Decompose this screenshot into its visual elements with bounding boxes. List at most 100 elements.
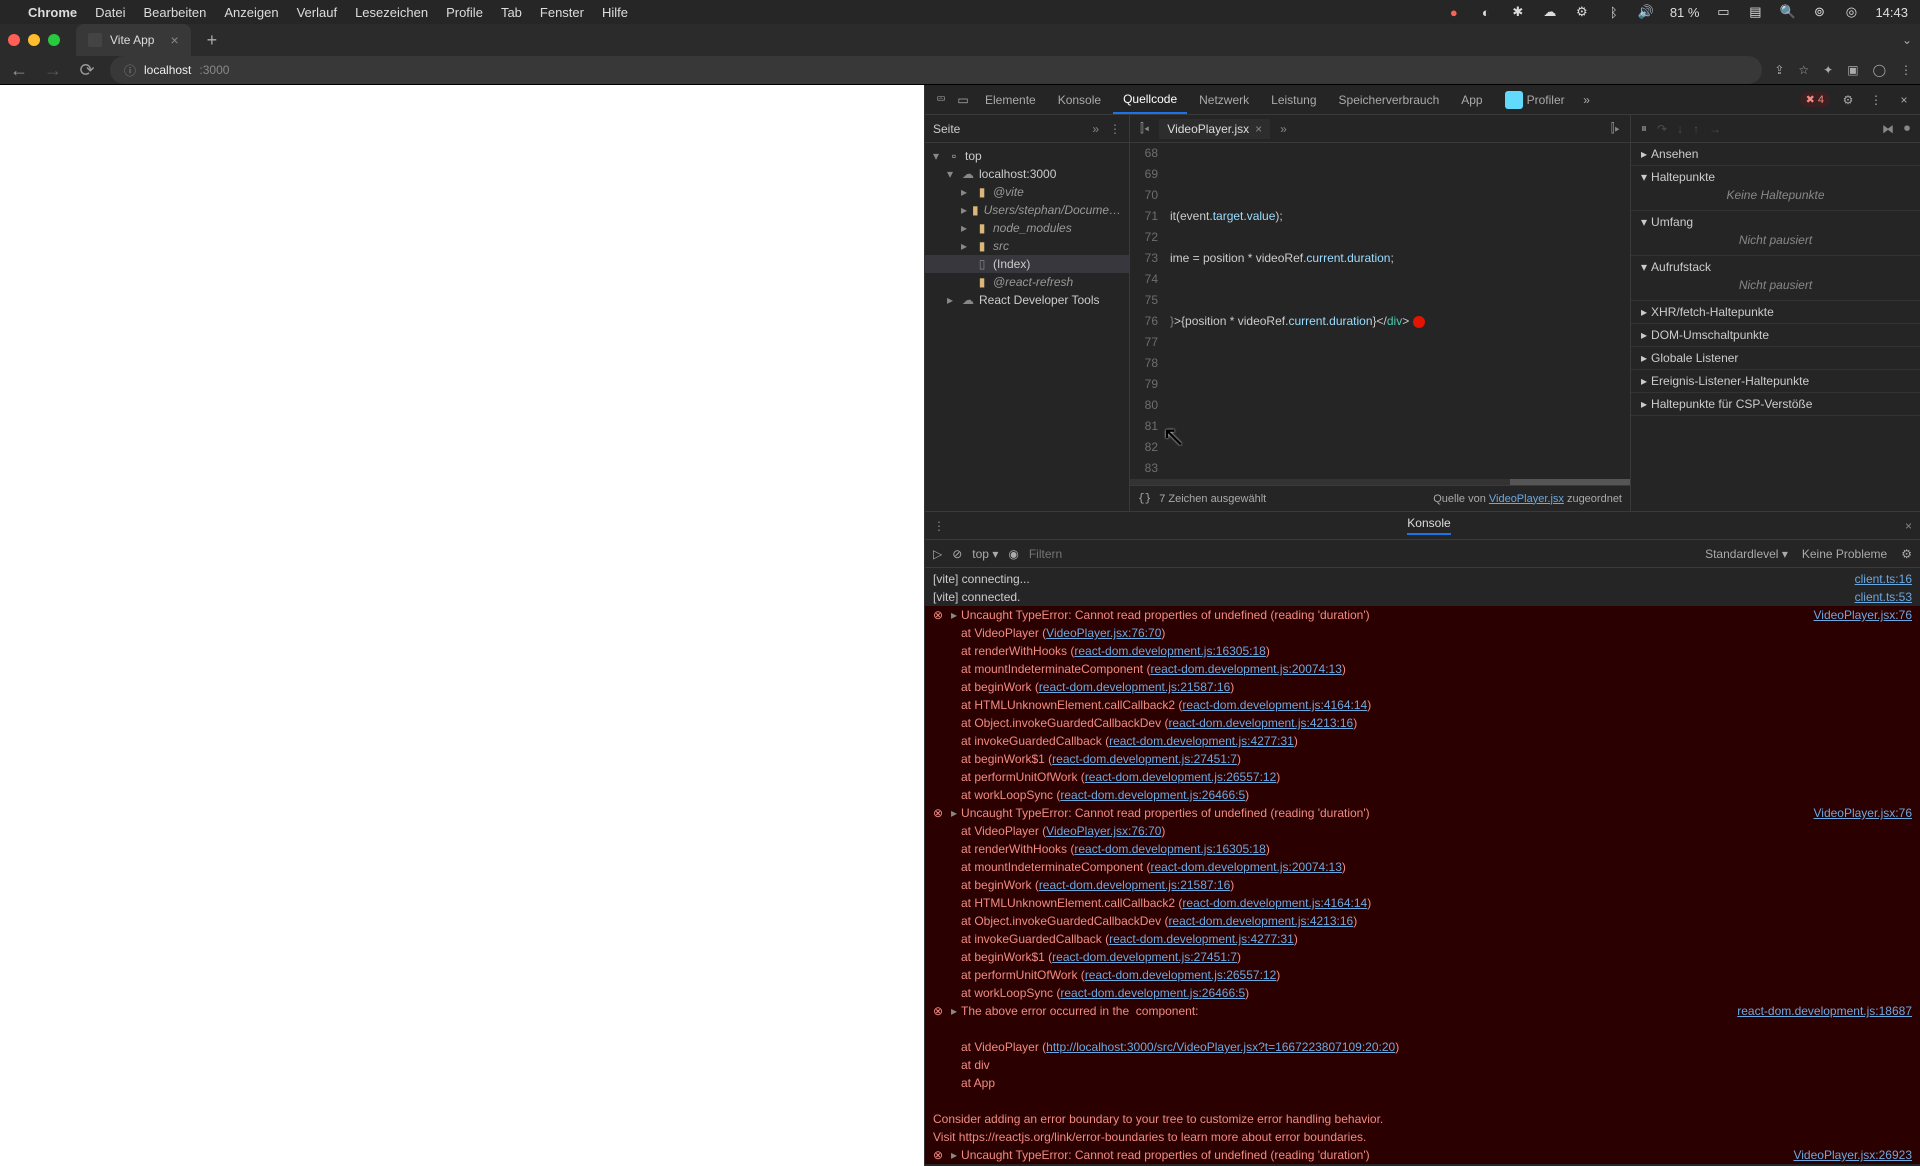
- status-icon[interactable]: ●: [1446, 5, 1462, 20]
- console-output[interactable]: [vite] connecting...client.ts:16[vite] c…: [925, 568, 1920, 1166]
- watch-section[interactable]: ▸Ansehen: [1641, 147, 1910, 161]
- forward-button[interactable]: →: [42, 60, 64, 81]
- status-icon[interactable]: ✱: [1510, 4, 1526, 20]
- reload-button[interactable]: ⟳: [76, 60, 98, 81]
- tree-index[interactable]: ▯(Index): [925, 255, 1129, 273]
- console-settings-icon[interactable]: ⚙: [1901, 547, 1912, 561]
- deactivate-breakpoints-icon[interactable]: ⧓: [1882, 122, 1894, 136]
- tree-react-refresh[interactable]: ▮@react-refresh: [925, 273, 1129, 291]
- address-bar[interactable]: ⓘ localhost:3000: [110, 56, 1762, 84]
- tree-top[interactable]: ▾▫top: [925, 147, 1129, 165]
- tab-profiler[interactable]: Profiler: [1495, 85, 1575, 114]
- sourcemap-link[interactable]: VideoPlayer.jsx: [1489, 493, 1564, 505]
- menu-help[interactable]: Hilfe: [602, 5, 628, 20]
- tree-vite[interactable]: ▸▮@vite: [925, 183, 1129, 201]
- inspect-icon[interactable]: ⮹: [931, 92, 951, 107]
- code-lines[interactable]: it(event.target.value); ime = position *…: [1166, 143, 1630, 479]
- sidepanel-icon[interactable]: ▣: [1847, 63, 1858, 77]
- menu-bookmarks[interactable]: Lesezeichen: [355, 5, 428, 20]
- close-tab-icon[interactable]: ×: [170, 32, 178, 48]
- tab-console[interactable]: Konsole: [1048, 85, 1111, 114]
- csp-section[interactable]: ▸Haltepunkte für CSP-Verstöße: [1641, 397, 1910, 411]
- pause-exceptions-icon[interactable]: ⏺: [1904, 121, 1910, 136]
- volume-icon[interactable]: 🔊: [1638, 4, 1654, 20]
- clear-console-icon[interactable]: ⊘: [952, 547, 962, 561]
- tree-users[interactable]: ▸▮Users/stephan/Docume…: [925, 201, 1129, 219]
- traffic-lights[interactable]: [8, 34, 60, 46]
- code-view[interactable]: 68697071727374757677787980818283 it(even…: [1130, 143, 1630, 479]
- close-drawer-icon[interactable]: ×: [1905, 519, 1912, 533]
- more-tabs-icon[interactable]: »: [1577, 93, 1597, 107]
- devtools-menu-icon[interactable]: ⋮: [1866, 93, 1886, 107]
- log-level-selector[interactable]: Standardlevel ▾: [1705, 547, 1788, 561]
- browser-tab[interactable]: Vite App ×: [76, 24, 191, 56]
- tab-elements[interactable]: Elemente: [975, 85, 1046, 114]
- status-icon[interactable]: ◐: [1478, 5, 1494, 20]
- tab-performance[interactable]: Leistung: [1261, 85, 1326, 114]
- tree-src[interactable]: ▸▮src: [925, 237, 1129, 255]
- event-section[interactable]: ▸Ereignis-Listener-Haltepunkte: [1641, 374, 1910, 388]
- more-files-icon[interactable]: »: [1274, 122, 1293, 136]
- live-expression-icon[interactable]: ◉: [1008, 547, 1018, 561]
- menu-profiles[interactable]: Profile: [446, 5, 483, 20]
- site-info-icon[interactable]: ⓘ: [124, 62, 136, 79]
- step-out-icon[interactable]: ↑: [1693, 122, 1699, 136]
- tab-memory[interactable]: Speicherverbrauch: [1329, 85, 1450, 114]
- tree-node-modules[interactable]: ▸▮node_modules: [925, 219, 1129, 237]
- editor-tab[interactable]: VideoPlayer.jsx×: [1159, 119, 1270, 139]
- pretty-print-icon[interactable]: {}: [1138, 493, 1151, 505]
- chrome-menu-icon[interactable]: ⋮: [1900, 63, 1912, 77]
- new-tab-button[interactable]: +: [199, 26, 226, 55]
- editor-menu-icon[interactable]: ⫿▸: [1605, 121, 1626, 136]
- menu-file[interactable]: Datei: [95, 5, 125, 20]
- close-devtools-icon[interactable]: ×: [1894, 93, 1914, 107]
- back-button[interactable]: ←: [8, 60, 30, 81]
- tree-host[interactable]: ▾☁localhost:3000: [925, 165, 1129, 183]
- status-icon[interactable]: ⚙: [1574, 4, 1590, 20]
- device-toggle-icon[interactable]: ▭: [953, 93, 973, 107]
- tab-sources[interactable]: Quellcode: [1113, 85, 1187, 114]
- global-section[interactable]: ▸Globale Listener: [1641, 351, 1910, 365]
- menu-tab[interactable]: Tab: [501, 5, 522, 20]
- bookmark-icon[interactable]: ☆: [1798, 63, 1809, 77]
- search-icon[interactable]: 🔍: [1779, 4, 1795, 20]
- menu-window[interactable]: Fenster: [540, 5, 584, 20]
- dom-section[interactable]: ▸DOM-Umschaltpunkte: [1641, 328, 1910, 342]
- menu-history[interactable]: Verlauf: [297, 5, 337, 20]
- extensions-icon[interactable]: ✦: [1823, 63, 1833, 77]
- menu-view[interactable]: Anzeigen: [224, 5, 278, 20]
- error-badge[interactable]: ✖ 4: [1800, 92, 1830, 107]
- console-filter-input[interactable]: [1029, 547, 1695, 561]
- more-icon[interactable]: » ⋮: [1092, 122, 1121, 136]
- tab-application[interactable]: App: [1451, 85, 1492, 114]
- xhr-section[interactable]: ▸XHR/fetch-Haltepunkte: [1641, 305, 1910, 319]
- profile-icon[interactable]: ◯: [1873, 63, 1886, 77]
- issues-link[interactable]: Keine Probleme: [1802, 547, 1887, 561]
- battery-icon[interactable]: ▭: [1715, 4, 1731, 20]
- console-drawer-tab[interactable]: Konsole: [1407, 516, 1450, 535]
- tab-network[interactable]: Netzwerk: [1189, 85, 1259, 114]
- settings-icon[interactable]: ⚙: [1838, 93, 1858, 107]
- menu-edit[interactable]: Bearbeiten: [143, 5, 206, 20]
- wifi-icon[interactable]: ▤: [1747, 4, 1763, 20]
- maximize-window-icon[interactable]: [48, 34, 60, 46]
- drawer-menu-icon[interactable]: ⋮: [933, 519, 945, 533]
- breakpoints-section[interactable]: ▾Haltepunkte: [1641, 170, 1910, 184]
- pause-icon[interactable]: ⏸: [1641, 121, 1647, 136]
- scope-section[interactable]: ▾Umfang: [1641, 215, 1910, 229]
- step-icon[interactable]: →: [1709, 122, 1721, 136]
- app-name[interactable]: Chrome: [28, 5, 77, 20]
- console-play-icon[interactable]: ▷: [933, 547, 942, 561]
- status-icon[interactable]: ☁: [1542, 4, 1558, 20]
- bluetooth-icon[interactable]: ᛒ: [1606, 5, 1622, 20]
- callstack-section[interactable]: ▾Aufrufstack: [1641, 260, 1910, 274]
- siri-icon[interactable]: ◎: [1843, 4, 1859, 20]
- clock[interactable]: 14:43: [1875, 5, 1908, 20]
- share-icon[interactable]: ⇪: [1774, 63, 1784, 77]
- control-center-icon[interactable]: ⊚: [1811, 4, 1827, 20]
- run-snippet-icon[interactable]: ⫿◂: [1134, 121, 1155, 136]
- tree-rdt[interactable]: ▸☁React Developer Tools: [925, 291, 1129, 309]
- expand-tabs-icon[interactable]: ⌄: [1902, 33, 1912, 47]
- close-file-icon[interactable]: ×: [1255, 122, 1262, 136]
- step-over-icon[interactable]: ↷: [1657, 122, 1667, 136]
